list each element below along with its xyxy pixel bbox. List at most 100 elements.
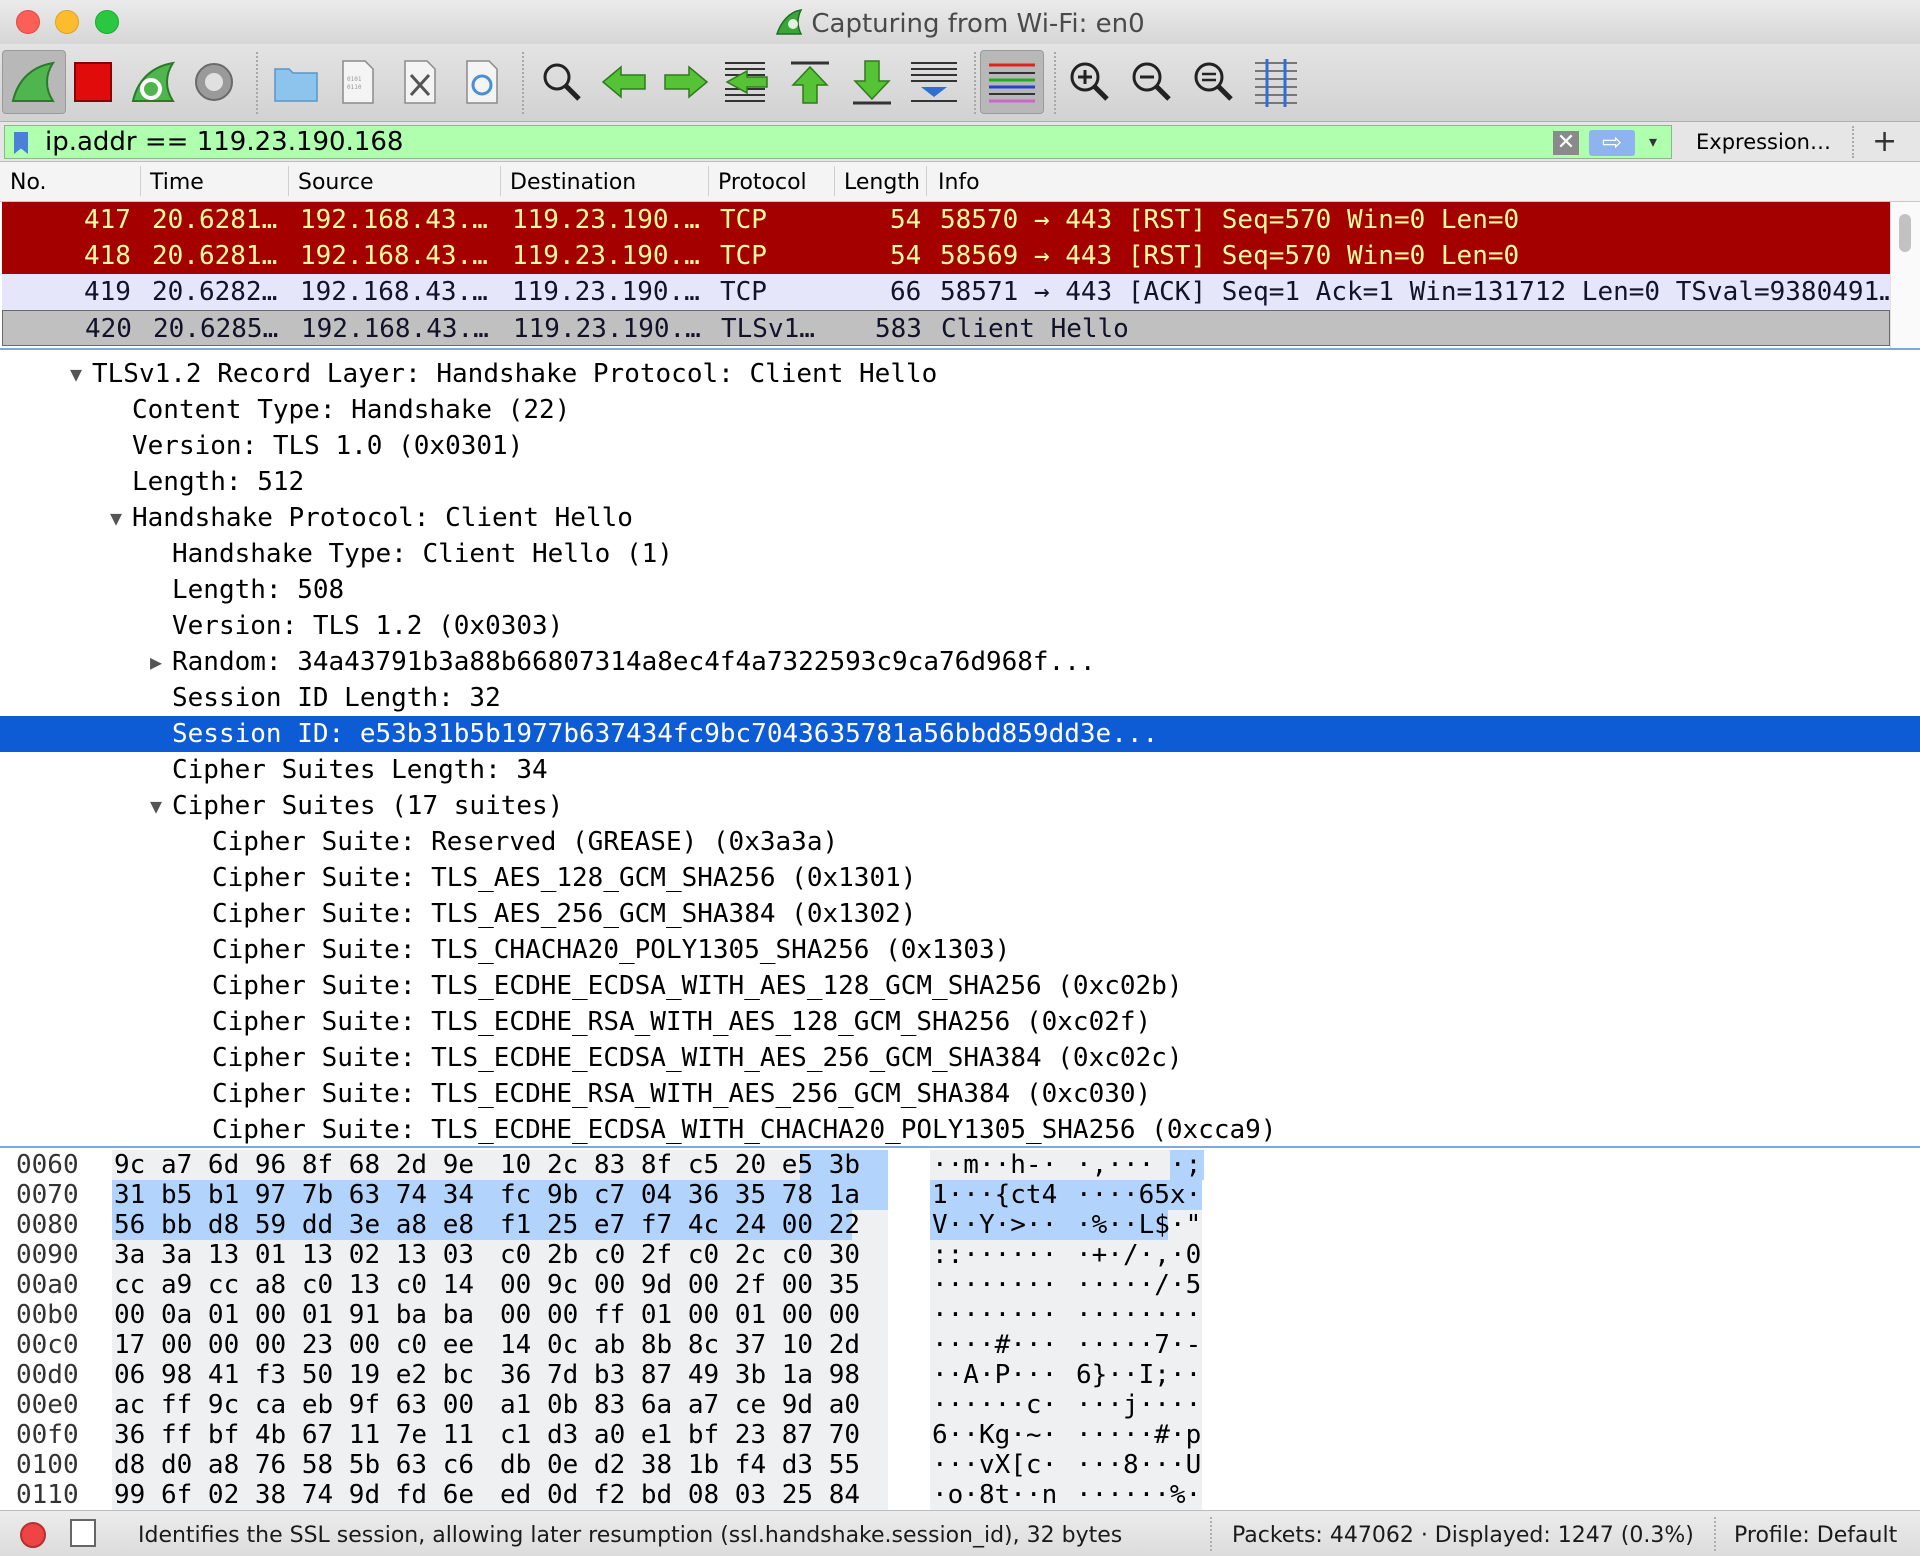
hex-bytes[interactable]: 99 6f 02 38 74 9d fd 6e bbox=[114, 1480, 474, 1510]
hex-bytes[interactable]: 00 0a 01 00 01 91 ba ba bbox=[114, 1300, 474, 1330]
zoom-in-button[interactable] bbox=[1058, 50, 1122, 114]
stop-capture-button[interactable] bbox=[60, 50, 124, 114]
hex-offset[interactable]: 00c0 bbox=[16, 1330, 79, 1360]
ascii-bytes[interactable]: ·····#·p bbox=[1076, 1420, 1201, 1450]
packet-row-selected[interactable]: 420 20.6285… 192.168.43.… 119.23.190.… T… bbox=[2, 310, 1890, 346]
detail-row[interactable]: Cipher Suite: TLS_ECDHE_ECDSA_WITH_AES_2… bbox=[0, 1040, 1920, 1076]
scrollbar-thumb[interactable] bbox=[1899, 214, 1911, 252]
auto-scroll-button[interactable] bbox=[902, 50, 966, 114]
detail-row[interactable]: ▶ Random: 34a43791b3a88b66807314a8ec4f4a7… bbox=[0, 644, 1920, 680]
go-to-packet-button[interactable] bbox=[716, 50, 780, 114]
hex-bytes[interactable]: a1 0b 83 6a a7 ce 9d a0 bbox=[500, 1390, 860, 1420]
expanded-arrow-icon[interactable]: ▼ bbox=[150, 788, 172, 824]
hex-bytes[interactable]: 36 ff bf 4b 67 11 7e 11 bbox=[114, 1420, 474, 1450]
ascii-bytes[interactable]: ····#··· bbox=[932, 1330, 1057, 1360]
detail-row[interactable]: Length: 508 bbox=[0, 572, 1920, 608]
collapsed-arrow-icon[interactable]: ▶ bbox=[150, 644, 172, 680]
detail-row[interactable]: Cipher Suite: Reserved (GREASE) (0x3a3a) bbox=[0, 824, 1920, 860]
go-back-button[interactable] bbox=[592, 50, 656, 114]
hex-bytes[interactable]: 10 2c 83 8f c5 20 e5 3b bbox=[500, 1150, 860, 1180]
packet-row[interactable]: 417 20.6281… 192.168.43.… 119.23.190.… T… bbox=[2, 202, 1890, 238]
hex-offset[interactable]: 0070 bbox=[16, 1180, 79, 1210]
ascii-bytes[interactable]: ···vX[c· bbox=[932, 1450, 1057, 1480]
hex-offset[interactable]: 00d0 bbox=[16, 1360, 79, 1390]
packet-row[interactable]: 419 20.6282… 192.168.43.… 119.23.190.… T… bbox=[2, 274, 1895, 310]
resize-columns-button[interactable] bbox=[1244, 50, 1308, 114]
detail-row[interactable]: ▼ Cipher Suites (17 suites) bbox=[0, 788, 1920, 824]
hex-bytes[interactable]: 3a 3a 13 01 13 02 13 03 bbox=[114, 1240, 474, 1270]
detail-row[interactable]: Cipher Suite: TLS_ECDHE_ECDSA_WITH_CHACH… bbox=[0, 1112, 1920, 1146]
detail-row[interactable]: Cipher Suite: TLS_CHACHA20_POLY1305_SHA2… bbox=[0, 932, 1920, 968]
ascii-bytes[interactable]: ·····7·- bbox=[1076, 1330, 1201, 1360]
column-header-protocol[interactable]: Protocol bbox=[718, 170, 807, 195]
filter-history-dropdown-icon[interactable]: ▾ bbox=[1649, 132, 1667, 152]
profile-selector[interactable]: Profile: Default bbox=[1734, 1523, 1897, 1548]
detail-row[interactable]: Cipher Suite: TLS_ECDHE_ECDSA_WITH_AES_1… bbox=[0, 968, 1920, 1004]
detail-row[interactable]: Cipher Suite: TLS_AES_128_GCM_SHA256 (0x… bbox=[0, 860, 1920, 896]
detail-row[interactable]: ▼ TLSv1.2 Record Layer: Handshake Protoco… bbox=[0, 356, 1920, 392]
detail-row[interactable]: ▼ Handshake Protocol: Client Hello bbox=[0, 500, 1920, 536]
hex-offset[interactable]: 00f0 bbox=[16, 1420, 79, 1450]
ascii-bytes[interactable]: 6··Kg·~· bbox=[932, 1420, 1057, 1450]
hex-offset[interactable]: 0080 bbox=[16, 1210, 79, 1240]
display-filter-input[interactable] bbox=[45, 127, 1545, 157]
hex-bytes[interactable]: ac ff 9c ca eb 9f 63 00 bbox=[114, 1390, 474, 1420]
ascii-bytes[interactable]: ·%··L$·" bbox=[1076, 1210, 1201, 1240]
column-header-time[interactable]: Time bbox=[150, 170, 204, 195]
detail-row[interactable]: Cipher Suites Length: 34 bbox=[0, 752, 1920, 788]
detail-row[interactable]: Cipher Suite: TLS_AES_256_GCM_SHA384 (0x… bbox=[0, 896, 1920, 932]
colorize-button[interactable] bbox=[980, 50, 1044, 114]
detail-row[interactable]: Session ID Length: 32 bbox=[0, 680, 1920, 716]
hex-bytes[interactable]: 31 b5 b1 97 7b 63 74 34 bbox=[114, 1180, 474, 1210]
apply-filter-icon[interactable]: ⇨ bbox=[1589, 130, 1635, 156]
ascii-bytes[interactable]: 6}··I;·· bbox=[1076, 1360, 1201, 1390]
ascii-bytes[interactable]: ········ bbox=[1076, 1300, 1201, 1330]
hex-offset[interactable]: 0100 bbox=[16, 1450, 79, 1480]
column-header-length[interactable]: Length bbox=[844, 170, 920, 195]
detail-row[interactable]: Cipher Suite: TLS_ECDHE_RSA_WITH_AES_256… bbox=[0, 1076, 1920, 1112]
ascii-bytes[interactable]: ········ bbox=[932, 1300, 1057, 1330]
reload-file-button[interactable] bbox=[450, 50, 514, 114]
hex-offset[interactable]: 00a0 bbox=[16, 1270, 79, 1300]
detail-row[interactable]: Version: TLS 1.2 (0x0303) bbox=[0, 608, 1920, 644]
find-packet-button[interactable] bbox=[530, 50, 594, 114]
zoom-out-button[interactable] bbox=[1120, 50, 1184, 114]
hex-bytes[interactable]: 17 00 00 00 23 00 c0 ee bbox=[114, 1330, 474, 1360]
hex-bytes[interactable]: 06 98 41 f3 50 19 e2 bc bbox=[114, 1360, 474, 1390]
open-file-button[interactable] bbox=[264, 50, 328, 114]
start-capture-button[interactable] bbox=[2, 50, 66, 114]
expanded-arrow-icon[interactable]: ▼ bbox=[110, 500, 132, 536]
hex-bytes[interactable]: cc a9 cc a8 c0 13 c0 14 bbox=[114, 1270, 474, 1300]
ascii-bytes[interactable]: ······c· bbox=[932, 1390, 1057, 1420]
hex-bytes[interactable]: d8 d0 a8 76 58 5b 63 c6 bbox=[114, 1450, 474, 1480]
clear-filter-icon[interactable]: ✕ bbox=[1553, 131, 1579, 155]
hex-offset[interactable]: 0110 bbox=[16, 1480, 79, 1510]
hex-bytes[interactable]: 14 0c ab 8b 8c 37 10 2d bbox=[500, 1330, 860, 1360]
ascii-bytes[interactable]: 1···{ct4 bbox=[932, 1180, 1057, 1210]
close-file-button[interactable] bbox=[388, 50, 452, 114]
expression-button[interactable]: Expression… bbox=[1696, 130, 1831, 154]
hex-bytes[interactable]: 00 9c 00 9d 00 2f 00 35 bbox=[500, 1270, 860, 1300]
column-header-info[interactable]: Info bbox=[938, 170, 980, 195]
ascii-bytes[interactable]: ··A·P··· bbox=[932, 1360, 1057, 1390]
packet-row[interactable]: 418 20.6281… 192.168.43.… 119.23.190.… T… bbox=[2, 238, 1890, 274]
detail-row[interactable]: Version: TLS 1.0 (0x0301) bbox=[0, 428, 1920, 464]
hex-offset[interactable]: 0090 bbox=[16, 1240, 79, 1270]
ascii-bytes[interactable]: ·····/·5 bbox=[1076, 1270, 1201, 1300]
hex-bytes[interactable]: fc 9b c7 04 36 35 78 1a bbox=[500, 1180, 860, 1210]
ascii-bytes[interactable]: ········ bbox=[932, 1270, 1057, 1300]
hex-bytes[interactable]: c1 d3 a0 e1 bf 23 87 70 bbox=[500, 1420, 860, 1450]
hex-bytes[interactable]: 56 bb d8 59 dd 3e a8 e8 bbox=[114, 1210, 474, 1240]
expanded-arrow-icon[interactable]: ▼ bbox=[70, 356, 92, 392]
hex-bytes[interactable]: 00 00 ff 01 00 01 00 00 bbox=[500, 1300, 860, 1330]
ascii-bytes[interactable]: ··m··h-· bbox=[932, 1150, 1057, 1180]
capture-comment-icon[interactable] bbox=[70, 1519, 96, 1547]
restart-capture-button[interactable] bbox=[122, 50, 186, 114]
packet-list-scrollbar[interactable] bbox=[1890, 202, 1920, 348]
add-filter-button[interactable]: + bbox=[1872, 124, 1897, 159]
column-header-no[interactable]: No. bbox=[10, 170, 47, 195]
go-forward-button[interactable] bbox=[654, 50, 718, 114]
detail-row[interactable]: Length: 512 bbox=[0, 464, 1920, 500]
ascii-bytes[interactable]: ·+·/·,·0 bbox=[1076, 1240, 1201, 1270]
hex-bytes[interactable]: c0 2b c0 2f c0 2c c0 30 bbox=[500, 1240, 860, 1270]
